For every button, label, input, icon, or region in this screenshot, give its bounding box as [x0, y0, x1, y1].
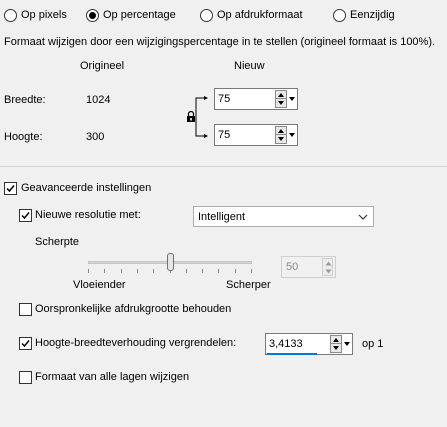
radio-pixels-label[interactable]: Op pixels [21, 9, 67, 22]
slider-thumb[interactable] [167, 253, 174, 271]
spin-up-icon[interactable] [276, 91, 286, 99]
width-new-value: 75 [218, 93, 231, 105]
checkmark-icon [6, 185, 15, 193]
spin-up-icon[interactable] [276, 127, 286, 135]
width-new-input[interactable]: 75 [214, 88, 298, 110]
sharpness-label: Scherpte [35, 236, 80, 248]
slider-tick [251, 269, 252, 273]
ratio-input[interactable]: 3,4133 [265, 333, 353, 355]
radio-print-size-label[interactable]: Op afdrukformaat [217, 9, 303, 22]
radio-one-sided-label[interactable]: Eenzijdig [350, 9, 395, 22]
checkmark-icon [21, 212, 30, 220]
lock-ratio-label[interactable]: Hoogte-breedteverhouding vergrendelen: [35, 337, 236, 350]
new-resolution-label[interactable]: Nieuwe resolutie met: [35, 209, 141, 222]
spin-down-icon[interactable] [276, 135, 286, 143]
all-layers-checkbox[interactable] [19, 371, 32, 384]
lock-icon[interactable] [186, 111, 196, 123]
spin-down-icon[interactable] [276, 99, 286, 107]
ratio-suffix: op 1 [362, 338, 384, 350]
column-original: Origineel [80, 60, 125, 72]
separator [0, 166, 447, 167]
chevron-down-icon [358, 214, 368, 220]
spin-down-icon [325, 269, 332, 274]
keep-print-size-label[interactable]: Oorspronkelijke afdrukgrootte behouden [35, 303, 231, 316]
advanced-label[interactable]: Geavanceerde instellingen [21, 182, 151, 195]
ratio-value: 3,4133 [269, 338, 303, 350]
sharpness-spin-buttons [322, 258, 333, 276]
height-label: Hoogte: [4, 131, 43, 143]
ratio-focus-underline [267, 353, 317, 355]
slider-tick [218, 269, 219, 273]
spin-up-icon[interactable] [331, 336, 341, 344]
lock-ratio-checkbox[interactable] [19, 337, 32, 350]
sharpness-value-input: 50 [281, 256, 336, 278]
all-layers-label[interactable]: Formaat van alle lagen wijzigen [35, 371, 189, 384]
width-original: 1024 [86, 94, 111, 106]
checkmark-icon [21, 340, 30, 348]
radio-pixels[interactable] [4, 9, 17, 22]
radio-percentage[interactable] [86, 9, 99, 22]
slider-tick [88, 269, 89, 273]
radio-one-sided[interactable] [333, 9, 346, 22]
ratio-spin-buttons[interactable] [330, 335, 342, 353]
spin-down-icon[interactable] [331, 344, 341, 352]
column-new: Nieuw [234, 60, 265, 72]
height-spin-buttons[interactable] [275, 126, 287, 144]
width-spin-buttons[interactable] [275, 90, 287, 108]
dropdown-arrow-icon[interactable] [288, 90, 297, 108]
description-text: Formaat wijzigen door een wijzigingsperc… [4, 36, 436, 48]
height-original: 300 [86, 131, 105, 143]
new-resolution-checkbox[interactable] [19, 209, 32, 222]
slider-tick [235, 269, 236, 273]
spin-up-icon [325, 261, 332, 266]
keep-print-size-checkbox[interactable] [19, 303, 32, 316]
width-label: Breedte: [4, 94, 46, 106]
slider-tick [153, 269, 154, 273]
resolution-method-select[interactable]: Intelligent [193, 206, 374, 227]
resolution-method-value: Intelligent [198, 211, 246, 223]
radio-percentage-label[interactable]: Op percentage [103, 9, 176, 22]
dropdown-arrow-icon[interactable] [288, 126, 297, 144]
radio-print-size[interactable] [200, 9, 213, 22]
sharpness-slider[interactable] [88, 253, 252, 275]
slider-tick [121, 269, 122, 273]
slider-min-label: Vloeiender [73, 279, 126, 291]
advanced-checkbox[interactable] [4, 182, 17, 195]
dropdown-arrow-icon[interactable] [343, 335, 352, 353]
height-new-input[interactable]: 75 [214, 124, 298, 146]
sharpness-value: 50 [286, 261, 299, 273]
height-new-value: 75 [218, 129, 231, 141]
slider-tick [202, 269, 203, 273]
slider-tick [104, 269, 105, 273]
slider-tick [186, 269, 187, 273]
slider-max-label: Scherper [226, 279, 271, 291]
slider-tick [137, 269, 138, 273]
